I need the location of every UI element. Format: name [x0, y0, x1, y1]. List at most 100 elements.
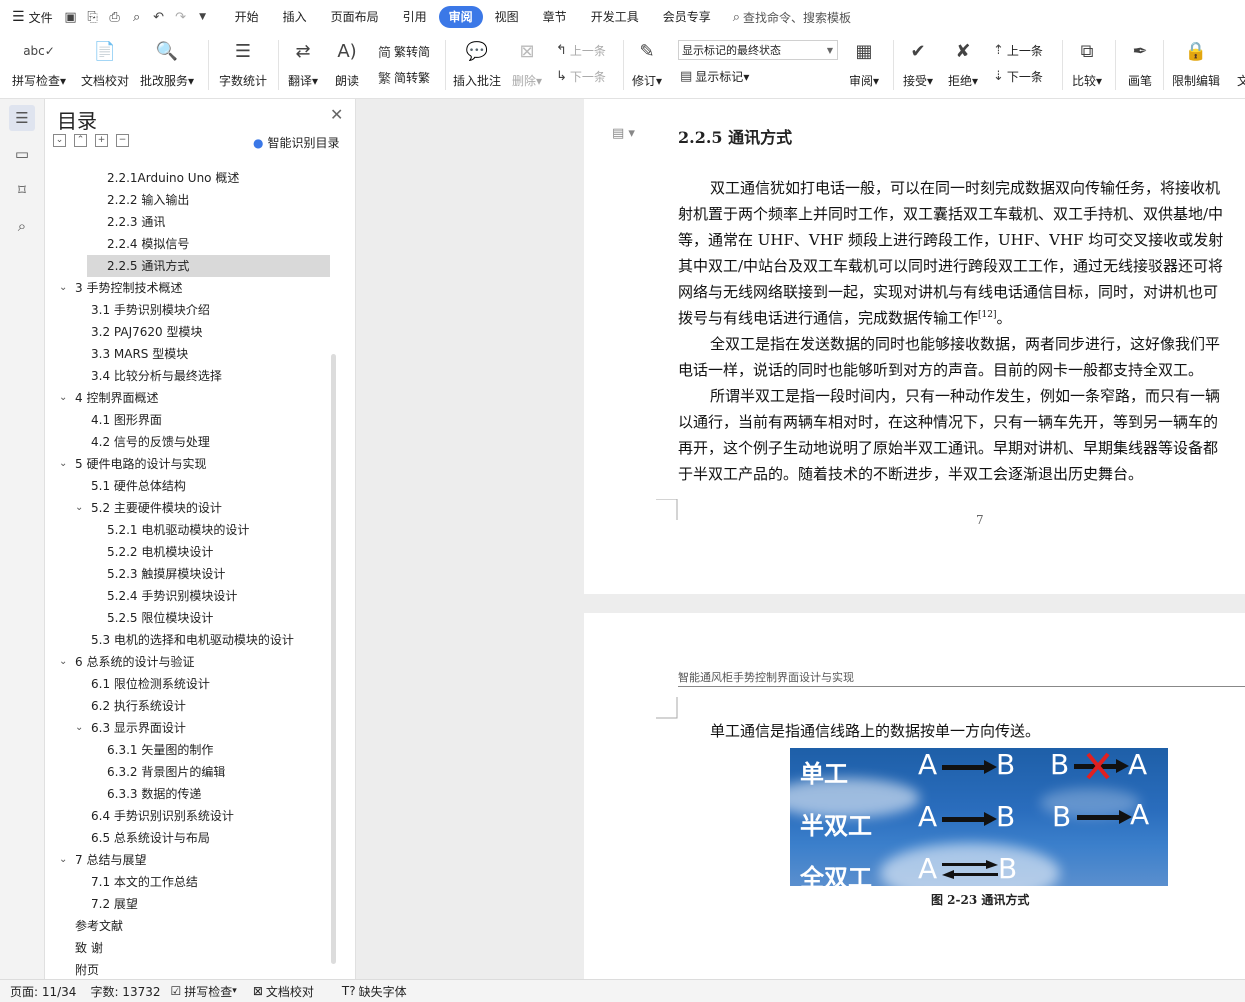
- remove-level-icon[interactable]: −: [116, 134, 129, 147]
- delete-comment-button[interactable]: ⊠ 删除▾: [512, 38, 542, 89]
- tab-5[interactable]: 视图: [483, 6, 531, 28]
- toc-item[interactable]: 2.2.2 输入输出: [45, 189, 345, 211]
- tab-8[interactable]: 会员专享: [651, 6, 723, 28]
- toc-item[interactable]: ⌄ 5.2 主要硬件模块的设计: [45, 497, 345, 519]
- word-count-indicator[interactable]: 字数: 13732: [90, 983, 160, 1000]
- tab-1[interactable]: 插入: [271, 6, 319, 28]
- toc-item[interactable]: 5.2.2 电机模块设计: [45, 541, 345, 563]
- next-change-button[interactable]: ⇣ 下一条: [993, 68, 1043, 85]
- accept-button[interactable]: ✔ 接受▾: [903, 38, 933, 89]
- print-icon[interactable]: ⎙: [107, 9, 123, 25]
- close-icon[interactable]: ✕: [330, 105, 343, 124]
- chevron-down-icon[interactable]: ⌄: [59, 849, 67, 871]
- chevron-down-icon[interactable]: ⌄: [75, 717, 83, 739]
- print-preview-icon[interactable]: ⌕: [129, 9, 145, 25]
- bookmark-icon[interactable]: ⌑: [9, 177, 35, 203]
- review-pane-button[interactable]: ▦ 审阅▾: [849, 38, 879, 89]
- toc-item[interactable]: 6.5 总系统设计与布局: [45, 827, 345, 849]
- toc-item[interactable]: 3.4 比较分析与最终选择: [45, 365, 345, 387]
- markup-state-select[interactable]: 显示标记的最终状态 ▼: [678, 40, 838, 60]
- toc-item[interactable]: 参考文献: [45, 915, 345, 937]
- toc-item[interactable]: ⌄ 6 总系统的设计与验证: [45, 651, 345, 673]
- toc-item[interactable]: ⌄ 3 手势控制技术概述: [45, 277, 345, 299]
- tab-4[interactable]: 审阅: [438, 6, 483, 28]
- trad-to-simp-button[interactable]: 简 繁转简: [378, 42, 430, 61]
- toc-item[interactable]: 3.2 PAJ7620 型模块: [45, 321, 345, 343]
- pen-button[interactable]: ✒ 画笔: [1127, 38, 1153, 89]
- tab-7[interactable]: 开发工具: [579, 6, 651, 28]
- collapse-all-icon[interactable]: ⌄: [53, 134, 66, 147]
- toc-item[interactable]: ⌄ 7 总结与展望: [45, 849, 345, 871]
- tab-6[interactable]: 章节: [531, 6, 579, 28]
- toc-item[interactable]: 2.2.1Arduino Uno 概述: [45, 167, 345, 189]
- batch-service-button[interactable]: 🔍 批改服务▾: [140, 38, 194, 89]
- prev-comment-button[interactable]: ↰ 上一条: [556, 42, 606, 59]
- toc-item[interactable]: 5.2.1 电机驱动模块的设计: [45, 519, 345, 541]
- search-icon[interactable]: ⌕: [9, 213, 35, 239]
- toc-item[interactable]: 6.1 限位检测系统设计: [45, 673, 345, 695]
- chevron-down-icon[interactable]: ⌄: [59, 387, 67, 409]
- tab-3[interactable]: 引用: [391, 6, 439, 28]
- toc-item[interactable]: 5.2.5 限位模块设计: [45, 607, 345, 629]
- simp-to-trad-button[interactable]: 繁 简转繁: [378, 68, 430, 87]
- chevron-down-icon[interactable]: ⌄: [59, 453, 67, 475]
- tab-0[interactable]: 开始: [223, 6, 271, 28]
- restrict-edit-button[interactable]: 🔒 限制编辑: [1172, 38, 1220, 89]
- spellcheck-button[interactable]: abc✓ 拼写检查▾: [12, 38, 66, 89]
- export-icon[interactable]: ⎘: [85, 9, 101, 25]
- toc-item[interactable]: 5.1 硬件总体结构: [45, 475, 345, 497]
- chevron-down-icon[interactable]: ⌄: [59, 277, 67, 299]
- prev-change-button[interactable]: ⇡ 上一条: [993, 42, 1043, 59]
- doc-proof-status[interactable]: ⊠ 文档校对: [253, 983, 314, 1000]
- toc-item[interactable]: 5.2.3 触摸屏模块设计: [45, 563, 345, 585]
- toc-item[interactable]: 7.1 本文的工作总结: [45, 871, 345, 893]
- toc-item[interactable]: 5.2.4 手势识别模块设计: [45, 585, 345, 607]
- toc-item[interactable]: 6.3.1 矢量图的制作: [45, 739, 345, 761]
- read-aloud-button[interactable]: A) 朗读: [334, 38, 360, 89]
- doc-proof-button[interactable]: 📄 文档校对: [81, 38, 129, 89]
- toc-item[interactable]: 4.2 信号的反馈与处理: [45, 431, 345, 453]
- save-icon[interactable]: ▣: [63, 9, 79, 25]
- word-count-button[interactable]: ☰ 字数统计: [219, 38, 267, 89]
- toc-item[interactable]: 致 谢: [45, 937, 345, 959]
- translate-button[interactable]: ⇄ 翻译▾: [288, 38, 318, 89]
- toc-item[interactable]: 2.2.4 模拟信号: [45, 233, 345, 255]
- toc-item[interactable]: 6.3.2 背景图片的编辑: [45, 761, 345, 783]
- missing-font-status[interactable]: T? 缺失字体: [342, 983, 407, 1000]
- paragraph-menu-icon[interactable]: ▤ ▾: [612, 126, 635, 141]
- show-markup-button[interactable]: ▤ 显示标记 ▾: [680, 68, 749, 85]
- toc-item[interactable]: 6.4 手势识别识别系统设计: [45, 805, 345, 827]
- tab-2[interactable]: 页面布局: [319, 6, 391, 28]
- insert-comment-button[interactable]: 💬 插入批注: [453, 38, 501, 89]
- citation-ref[interactable]: [12]: [978, 310, 996, 320]
- add-level-icon[interactable]: +: [95, 134, 108, 147]
- toc-item[interactable]: 7.2 展望: [45, 893, 345, 915]
- toc-item[interactable]: 3.1 手势识别模块介绍: [45, 299, 345, 321]
- toc-item[interactable]: 3.3 MARS 型模块: [45, 343, 345, 365]
- toc-panel-icon[interactable]: ☰: [9, 105, 35, 131]
- toc-item[interactable]: 6.3.3 数据的传递: [45, 783, 345, 805]
- chevron-down-icon[interactable]: ⌄: [75, 497, 83, 519]
- toc-item[interactable]: 6.2 执行系统设计: [45, 695, 345, 717]
- page-indicator[interactable]: 页面: 11/34: [10, 983, 76, 1000]
- toc-item[interactable]: ⌄ 5 硬件电路的设计与实现: [45, 453, 345, 475]
- file-menu-button[interactable]: ☰ 文件: [12, 9, 53, 26]
- toc-item[interactable]: 5.3 电机的选择和电机驱动模块的设计: [45, 629, 345, 651]
- toc-scrollbar[interactable]: [331, 354, 336, 964]
- doc-permission-button[interactable]: 文: [1230, 38, 1245, 89]
- next-comment-button[interactable]: ↳ 下一条: [556, 68, 606, 85]
- chapter-nav-icon[interactable]: ▭: [9, 141, 35, 167]
- toc-item[interactable]: 2.2.3 通讯: [45, 211, 345, 233]
- toc-item[interactable]: 4.1 图形界面: [45, 409, 345, 431]
- spellcheck-status[interactable]: ☑ 拼写检查 ▾: [171, 983, 237, 1000]
- toc-item[interactable]: ⌄ 4 控制界面概述: [45, 387, 345, 409]
- smart-toc-button[interactable]: ● 智能识别目录: [253, 134, 340, 151]
- redo-icon[interactable]: ↷: [173, 9, 189, 25]
- compare-button[interactable]: ⧉ 比较▾: [1072, 38, 1102, 89]
- toc-item[interactable]: 2.2.5 通讯方式: [87, 255, 330, 277]
- expand-all-icon[interactable]: ⌃: [74, 134, 87, 147]
- toc-item[interactable]: 附页: [45, 959, 345, 981]
- toc-item[interactable]: ⌄ 6.3 显示界面设计: [45, 717, 345, 739]
- chevron-down-icon[interactable]: ⌄: [59, 651, 67, 673]
- reject-button[interactable]: ✘ 拒绝▾: [948, 38, 978, 89]
